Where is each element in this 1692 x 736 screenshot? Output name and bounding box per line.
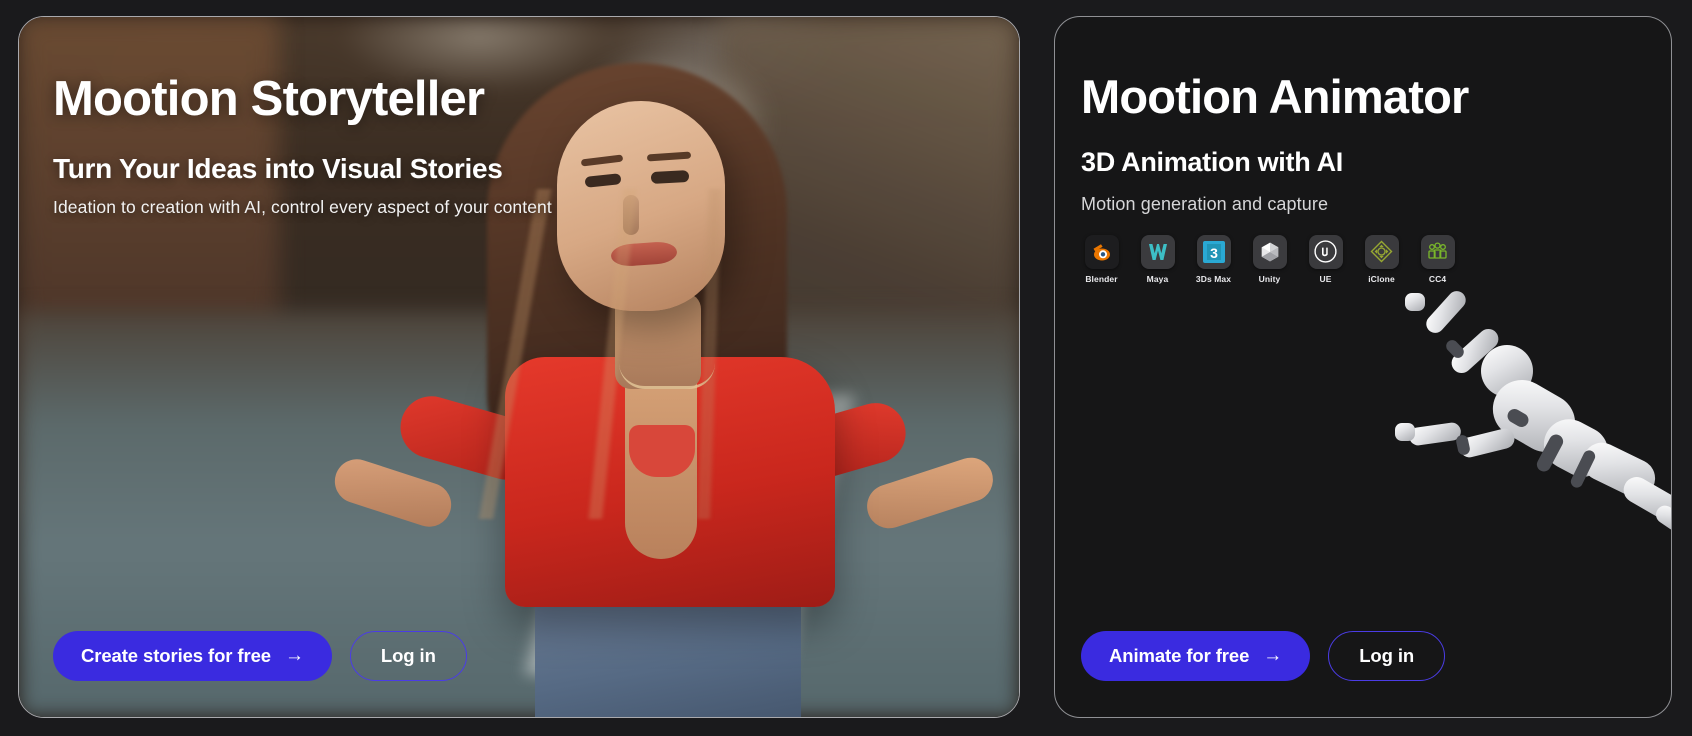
storyteller-content: Mootion Storyteller Turn Your Ideas into… — [19, 17, 1019, 717]
tool-label-ue: UE — [1319, 273, 1332, 284]
tool-maya[interactable]: Maya — [1137, 234, 1178, 284]
mootion-animator-card[interactable]: Mootion Animator 3D Animation with AI Mo… — [1054, 16, 1672, 718]
animator-actions: Animate for free → Log in — [1081, 631, 1446, 681]
unity-icon — [1252, 234, 1287, 269]
iclone-icon — [1364, 234, 1399, 269]
tool-iclone[interactable]: iClone — [1361, 234, 1402, 284]
tool-blender[interactable]: Blender — [1081, 234, 1122, 284]
tool-label-maya: Maya — [1146, 273, 1169, 284]
3ds-max-icon: 3 — [1196, 234, 1231, 269]
tool-label-cc4: CC4 — [1428, 273, 1447, 284]
maya-icon — [1140, 234, 1175, 269]
tool-label-iclone: iClone — [1368, 273, 1395, 284]
arrow-right-icon: → — [1263, 645, 1283, 666]
storyteller-title: Mootion Storyteller — [53, 72, 485, 126]
storyteller-tagline: Ideation to creation with AI, control ev… — [53, 196, 552, 217]
supported-software-list: Blender Maya 3 3Ds Max Unity UE iClone C… — [1081, 234, 1671, 284]
animator-subtitle: 3D Animation with AI — [1081, 146, 1343, 177]
animate-for-free-button[interactable]: Animate for free → — [1081, 631, 1311, 681]
blender-icon — [1084, 234, 1119, 269]
unreal-engine-icon — [1308, 234, 1343, 269]
storyteller-actions: Create stories for free → Log in — [53, 631, 467, 681]
animator-title: Mootion Animator — [1081, 70, 1469, 123]
page-root: Mootion Storyteller Turn Your Ideas into… — [0, 0, 1692, 736]
storyteller-subtitle: Turn Your Ideas into Visual Stories — [53, 152, 503, 184]
tool-label-3ds-max: 3Ds Max — [1195, 273, 1232, 284]
tool-3ds-max[interactable]: 3 3Ds Max — [1193, 234, 1234, 284]
mootion-storyteller-card[interactable]: Mootion Storyteller Turn Your Ideas into… — [18, 16, 1020, 718]
tool-label-unity: Unity — [1258, 273, 1281, 284]
storyteller-log-in-label: Log in — [380, 645, 436, 666]
arrow-right-icon: → — [284, 645, 304, 666]
create-stories-label: Create stories for free — [81, 645, 271, 666]
tool-label-blender: Blender — [1085, 273, 1118, 284]
tool-cc4[interactable]: CC4 — [1417, 234, 1458, 284]
create-stories-for-free-button[interactable]: Create stories for free → — [53, 631, 332, 681]
tool-unity[interactable]: Unity — [1249, 234, 1290, 284]
character-creator-4-icon — [1420, 234, 1455, 269]
animator-content: Mootion Animator 3D Animation with AI Mo… — [1055, 17, 1671, 717]
animator-log-in-button[interactable]: Log in — [1328, 631, 1446, 681]
animate-for-free-label: Animate for free — [1109, 645, 1250, 666]
storyteller-log-in-button[interactable]: Log in — [349, 631, 467, 681]
animator-tagline: Motion generation and capture — [1081, 193, 1329, 214]
tool-unreal-engine[interactable]: UE — [1305, 234, 1346, 284]
animator-log-in-label: Log in — [1359, 645, 1415, 666]
svg-text:3: 3 — [1210, 245, 1218, 261]
